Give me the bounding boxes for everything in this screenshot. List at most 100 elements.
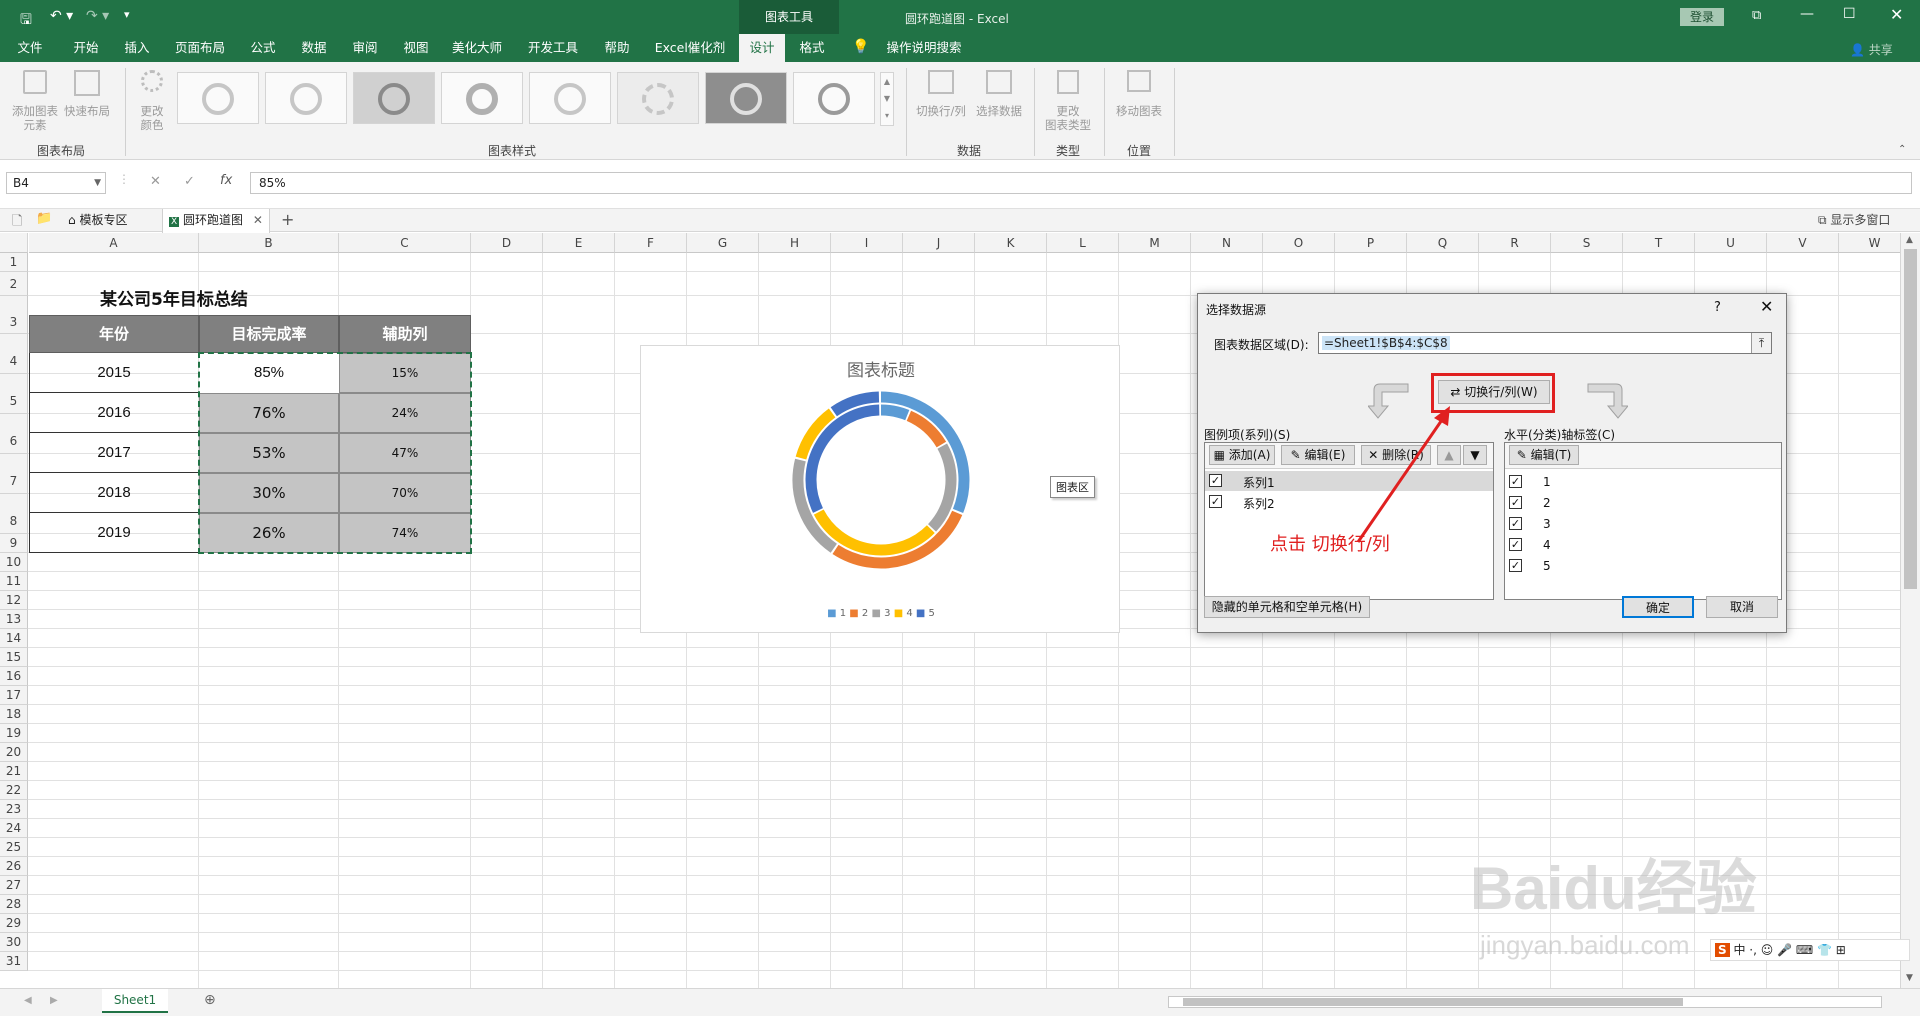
share-button[interactable]: 👤 共享 — [1850, 41, 1893, 58]
row-header[interactable]: 18 — [0, 705, 28, 724]
move-down-button[interactable]: ▼ — [1463, 445, 1487, 465]
legend-item[interactable]: ■ 4 — [894, 608, 913, 619]
cancel-button[interactable]: 取消 — [1706, 596, 1778, 618]
column-header[interactable]: D — [471, 233, 543, 253]
dialog-close-icon[interactable]: ✕ — [1760, 297, 1773, 316]
edit-axis-button[interactable]: ✎ 编辑(T) — [1509, 445, 1579, 465]
series-checkbox[interactable]: ✓ — [1209, 495, 1222, 508]
ime-toolbar[interactable]: S 中 ·, ☺ 🎤 ⌨ 👕 ⊞ — [1710, 939, 1910, 961]
chart-style-4[interactable] — [441, 72, 523, 124]
styles-gallery-scroll[interactable]: ▲ ▼ ▾ — [880, 72, 894, 126]
tab-help[interactable]: 帮助 — [597, 34, 637, 62]
tab-review[interactable]: 审阅 — [345, 34, 385, 62]
column-header[interactable]: F — [615, 233, 687, 253]
axis-item[interactable]: 2 — [1543, 496, 1551, 510]
formula-input[interactable]: 85% — [250, 172, 1912, 194]
column-header[interactable]: W — [1839, 233, 1900, 253]
name-box[interactable]: B4 ▼ — [6, 172, 106, 194]
column-header[interactable]: G — [687, 233, 759, 253]
row-header[interactable]: 30 — [0, 933, 28, 952]
row-header[interactable]: 1 — [0, 253, 28, 272]
column-header[interactable]: L — [1047, 233, 1119, 253]
legend-item[interactable]: ■ 3 — [871, 608, 890, 619]
ribbon-display-icon[interactable]: ⧉ — [1752, 8, 1761, 23]
collapse-dialog-icon[interactable]: ⤒ — [1751, 333, 1771, 353]
column-header[interactable]: T — [1623, 233, 1695, 253]
row-header[interactable]: 10 — [0, 553, 28, 572]
hidden-empty-cells-button[interactable]: 隐藏的单元格和空单元格(H) — [1204, 596, 1370, 618]
tab-view[interactable]: 视图 — [396, 34, 436, 62]
axis-checkbox[interactable]: ✓ — [1509, 517, 1522, 530]
column-header[interactable]: M — [1119, 233, 1191, 253]
column-header[interactable]: H — [759, 233, 831, 253]
tab-insert[interactable]: 插入 — [117, 34, 157, 62]
scroll-down-icon[interactable]: ▼ — [1906, 973, 1913, 983]
row-header[interactable]: 7 — [0, 454, 28, 494]
add-sheet-icon[interactable]: ⊕ — [204, 992, 216, 1008]
axis-checkbox[interactable]: ✓ — [1509, 496, 1522, 509]
change-colors-button[interactable]: 更改 颜色 — [130, 70, 174, 140]
column-header[interactable]: P — [1335, 233, 1407, 253]
column-header[interactable]: O — [1263, 233, 1335, 253]
column-header[interactable]: S — [1551, 233, 1623, 253]
series-name[interactable]: 系列2 — [1243, 495, 1275, 512]
row-header[interactable]: 29 — [0, 914, 28, 933]
series-name[interactable]: 系列1 — [1243, 474, 1275, 491]
donut-chart[interactable]: 图表标题 ■ 1 ■ 2 ■ 3 ■ 4 ■ 5 图表区 — [640, 345, 1120, 633]
add-chart-element-button[interactable]: 添加图表 元素 — [10, 70, 60, 140]
edit-series-button[interactable]: ✎ 编辑(E) — [1281, 445, 1355, 465]
tab-template-zone[interactable]: ⌂ 模板专区 — [68, 209, 162, 232]
next-sheet-icon[interactable]: ▶ — [50, 995, 58, 1006]
legend-item[interactable]: ■ 2 — [849, 608, 868, 619]
save-icon[interactable]: 🖫 — [20, 9, 32, 33]
row-header[interactable]: 25 — [0, 838, 28, 857]
vertical-scrollbar[interactable]: ▲ ▼ — [1900, 233, 1920, 988]
login-button[interactable]: 登录 — [1680, 8, 1724, 26]
row-header[interactable]: 2 — [0, 272, 28, 296]
close-icon[interactable]: ✕ — [1890, 5, 1903, 24]
chart-style-8[interactable] — [793, 72, 875, 124]
horizontal-scrollbar[interactable] — [1168, 996, 1882, 1008]
row-header[interactable]: 19 — [0, 724, 28, 743]
tab-page-layout[interactable]: 页面布局 — [170, 34, 230, 62]
column-header[interactable]: N — [1191, 233, 1263, 253]
row-header[interactable]: 31 — [0, 952, 28, 971]
tab-developer[interactable]: 开发工具 — [523, 34, 583, 62]
prev-sheet-icon[interactable]: ◀ — [24, 995, 32, 1006]
move-chart-button[interactable]: 移动图表 — [1110, 70, 1168, 140]
hscroll-thumb[interactable] — [1183, 998, 1683, 1006]
open-folder-icon[interactable]: 📁 — [36, 211, 52, 226]
tab-home[interactable]: 开始 — [66, 34, 106, 62]
tab-beautify[interactable]: 美化大师 — [447, 34, 507, 62]
column-header[interactable]: E — [543, 233, 615, 253]
tab-formulas[interactable]: 公式 — [243, 34, 283, 62]
maximize-icon[interactable]: ☐ — [1843, 6, 1856, 22]
column-header[interactable]: K — [975, 233, 1047, 253]
column-header[interactable]: R — [1479, 233, 1551, 253]
enter-icon[interactable]: ✓ — [184, 174, 195, 189]
column-header[interactable]: J — [903, 233, 975, 253]
tab-file[interactable]: 文件 — [10, 34, 50, 62]
show-multi-window-button[interactable]: ⧉ 显示多窗口 — [1818, 209, 1890, 232]
row-header[interactable]: 4 — [0, 334, 28, 374]
table-cell-year[interactable]: 2019 — [29, 513, 199, 553]
table-cell-year[interactable]: 2015 — [29, 353, 199, 393]
series-checkbox[interactable]: ✓ — [1209, 474, 1222, 487]
row-header[interactable]: 16 — [0, 667, 28, 686]
legend-item[interactable]: ■ 5 — [916, 608, 935, 619]
name-box-dropdown-icon[interactable]: ▼ — [94, 173, 101, 193]
row-header[interactable]: 8 — [0, 494, 28, 534]
collapse-ribbon-icon[interactable]: ⌃ — [1898, 144, 1906, 155]
axis-checkbox[interactable]: ✓ — [1509, 475, 1522, 488]
row-header[interactable]: 13 — [0, 610, 28, 629]
new-file-icon[interactable]: 🗋 — [12, 212, 22, 234]
row-header[interactable]: 21 — [0, 762, 28, 781]
row-header[interactable]: 3 — [0, 296, 28, 334]
row-header[interactable]: 9 — [0, 534, 28, 553]
table-cell-year[interactable]: 2016 — [29, 393, 199, 433]
column-header[interactable]: Q — [1407, 233, 1479, 253]
sheet-tab-sheet1[interactable]: Sheet1 — [102, 989, 168, 1013]
tab-current-file[interactable]: X 圆环跑道图 ✕ — [162, 209, 270, 233]
row-header[interactable]: 14 — [0, 629, 28, 648]
tab-excel-catalyst[interactable]: Excel催化剂 — [650, 34, 730, 62]
